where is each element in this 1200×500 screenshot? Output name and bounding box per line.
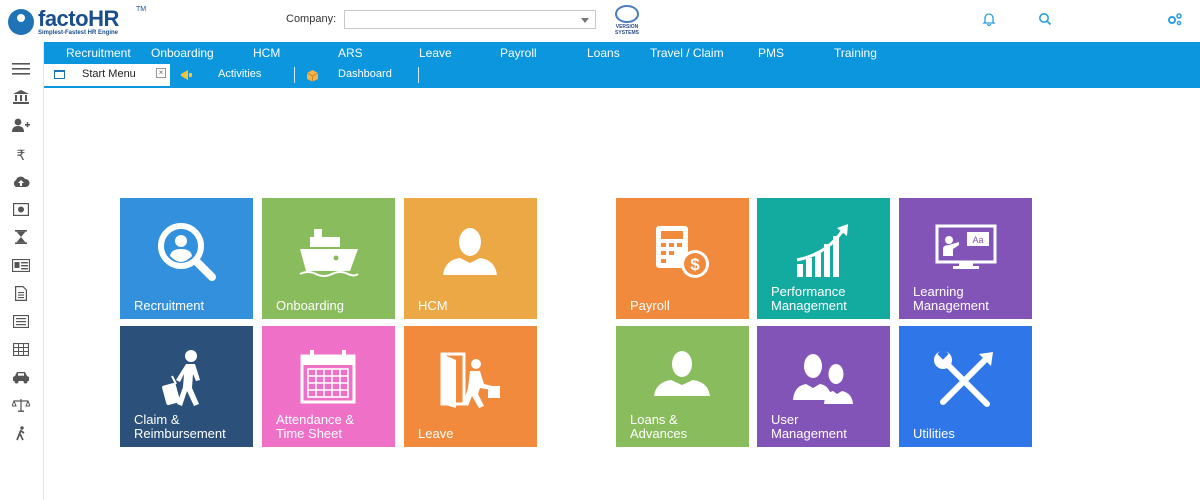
settings-icon[interactable] <box>1166 12 1184 30</box>
id-card-icon[interactable] <box>11 258 31 276</box>
users-icon <box>757 344 890 414</box>
balance-scale-icon[interactable] <box>11 398 31 416</box>
menu-icon[interactable] <box>11 62 31 80</box>
tile-onboarding[interactable]: Onboarding <box>262 198 395 319</box>
tile-label: Claim & Reimbursement <box>134 412 226 441</box>
money-icon[interactable] <box>11 202 31 220</box>
nav-payroll[interactable]: Payroll <box>500 46 537 60</box>
exit-door-icon <box>404 344 537 414</box>
svg-text:$: $ <box>690 255 700 274</box>
cube-icon <box>306 69 319 85</box>
tile-hcm[interactable]: HCM <box>404 198 537 319</box>
tab-activities-label: Activities <box>218 68 262 80</box>
top-header: factoHR TM Simplest-Fastest HR Engine Co… <box>0 0 1200 42</box>
tab-activities[interactable]: Activities <box>174 64 294 86</box>
tab-start-menu-label: Start Menu <box>82 68 136 80</box>
nav-pms[interactable]: PMS <box>758 46 784 60</box>
presentation-icon: Aa <box>899 216 1032 286</box>
tab-bar: Start Menu × Activities Dashboard <box>44 64 1200 88</box>
tile-claim-reimbursement[interactable]: Claim & Reimbursement <box>120 326 253 447</box>
person-icon <box>616 344 749 414</box>
tab-start-menu[interactable]: Start Menu × <box>44 64 170 86</box>
tile-utilities[interactable]: Utilities <box>899 326 1032 447</box>
tile-label: Loans & Advances <box>630 412 688 441</box>
nav-leave[interactable]: Leave <box>419 46 452 60</box>
tile-label: User Management <box>771 412 847 441</box>
logo-mark-icon <box>8 9 34 35</box>
growth-chart-icon <box>757 216 890 286</box>
version-systems-logo: VERSION SYSTEMS <box>606 5 648 39</box>
tile-attendance-time-sheet[interactable]: Attendance & Time Sheet <box>262 326 395 447</box>
person-icon <box>404 216 537 286</box>
tile-label: Attendance & Time Sheet <box>276 412 355 441</box>
tile-label: Onboarding <box>276 298 344 313</box>
search-icon[interactable] <box>1036 12 1054 30</box>
close-icon[interactable]: × <box>156 68 166 78</box>
hourglass-icon[interactable] <box>11 230 31 248</box>
facto-hr-logo[interactable]: factoHR TM Simplest-Fastest HR Engine <box>8 6 148 38</box>
nav-onboarding[interactable]: Onboarding <box>151 46 214 60</box>
table-icon[interactable] <box>11 342 31 360</box>
tab-dashboard-label: Dashboard <box>338 68 392 80</box>
logo-tagline: Simplest-Fastest HR Engine <box>38 30 119 36</box>
tile-learning-management[interactable]: Aa Learning Management <box>899 198 1032 319</box>
left-sidebar: ₹ <box>0 42 44 500</box>
car-icon[interactable] <box>11 370 31 388</box>
tab-dashboard[interactable]: Dashboard <box>300 64 420 86</box>
nav-recruitment[interactable]: Recruitment <box>66 46 131 60</box>
nav-ars[interactable]: ARS <box>338 46 363 60</box>
company-select[interactable] <box>344 10 596 29</box>
globe-icon <box>615 5 639 23</box>
tile-label: Leave <box>418 426 454 441</box>
company-label: Company: <box>286 13 337 25</box>
bank-icon[interactable] <box>11 90 31 108</box>
document-icon[interactable] <box>11 286 31 304</box>
nav-loans[interactable]: Loans <box>587 46 620 60</box>
search-user-icon <box>120 216 253 286</box>
tile-label: Payroll <box>630 298 670 313</box>
tile-label: Performance Management <box>771 284 847 313</box>
ship-icon <box>262 216 395 286</box>
tile-recruitment[interactable]: Recruitment <box>120 198 253 319</box>
logo-trademark: TM <box>136 6 147 13</box>
tile-label: Recruitment <box>134 298 205 313</box>
tools-icon <box>899 344 1032 414</box>
tile-label: Learning Management <box>913 284 989 313</box>
calendar-icon <box>262 344 395 414</box>
tile-performance-management[interactable]: Performance Management <box>757 198 890 319</box>
traveler-icon <box>120 344 253 414</box>
tile-leave[interactable]: Leave <box>404 326 537 447</box>
bell-icon[interactable] <box>980 12 998 30</box>
tile-label: Utilities <box>913 426 955 441</box>
nav-hcm[interactable]: HCM <box>253 46 280 60</box>
tab-separator <box>294 67 295 83</box>
tile-payroll[interactable]: $ Payroll <box>616 198 749 319</box>
logo-brand: factoHR <box>38 6 119 31</box>
list-icon[interactable] <box>11 314 31 332</box>
nav-training[interactable]: Training <box>834 46 877 60</box>
megaphone-icon <box>180 69 193 84</box>
add-user-icon[interactable] <box>11 118 31 136</box>
tab-separator <box>418 67 419 83</box>
walking-icon[interactable] <box>11 426 31 444</box>
nav-travel-claim[interactable]: Travel / Claim <box>650 46 724 60</box>
window-icon <box>54 70 65 79</box>
rupee-icon[interactable]: ₹ <box>11 146 31 164</box>
tile-loans-advances[interactable]: Loans & Advances <box>616 326 749 447</box>
tile-label: HCM <box>418 298 448 313</box>
cloud-upload-icon[interactable] <box>11 174 31 192</box>
calculator-dollar-icon: $ <box>616 216 749 286</box>
svg-text:Aa: Aa <box>972 235 983 245</box>
tile-user-management[interactable]: User Management <box>757 326 890 447</box>
main-nav: Recruitment Onboarding HCM ARS Leave Pay… <box>44 42 1200 64</box>
